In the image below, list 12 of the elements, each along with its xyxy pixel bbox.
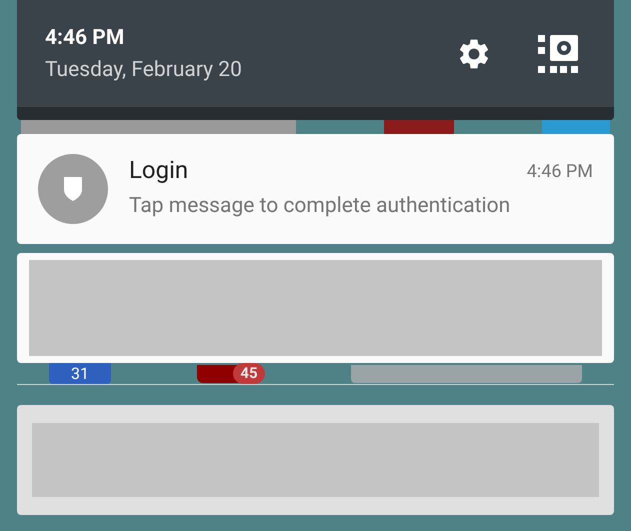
notification-message: Tap message to complete authentication bbox=[129, 193, 512, 220]
badge-count: 45 bbox=[233, 363, 265, 384]
notification-settings-icon[interactable] bbox=[538, 34, 578, 72]
app-icon bbox=[384, 120, 454, 134]
notification-title: Login bbox=[129, 155, 188, 186]
calendar-app-icon: 31 bbox=[49, 363, 111, 384]
shield-icon bbox=[63, 176, 83, 202]
app-icon bbox=[542, 120, 610, 134]
notification-time: 4:46 PM bbox=[526, 160, 593, 184]
notification-card[interactable]: Login 4:46 PM Tap message to complete authentication bbox=[17, 134, 614, 244]
date-label: Tuesday, February 20 bbox=[45, 56, 242, 82]
clock-time: 4:46 PM bbox=[45, 24, 126, 50]
